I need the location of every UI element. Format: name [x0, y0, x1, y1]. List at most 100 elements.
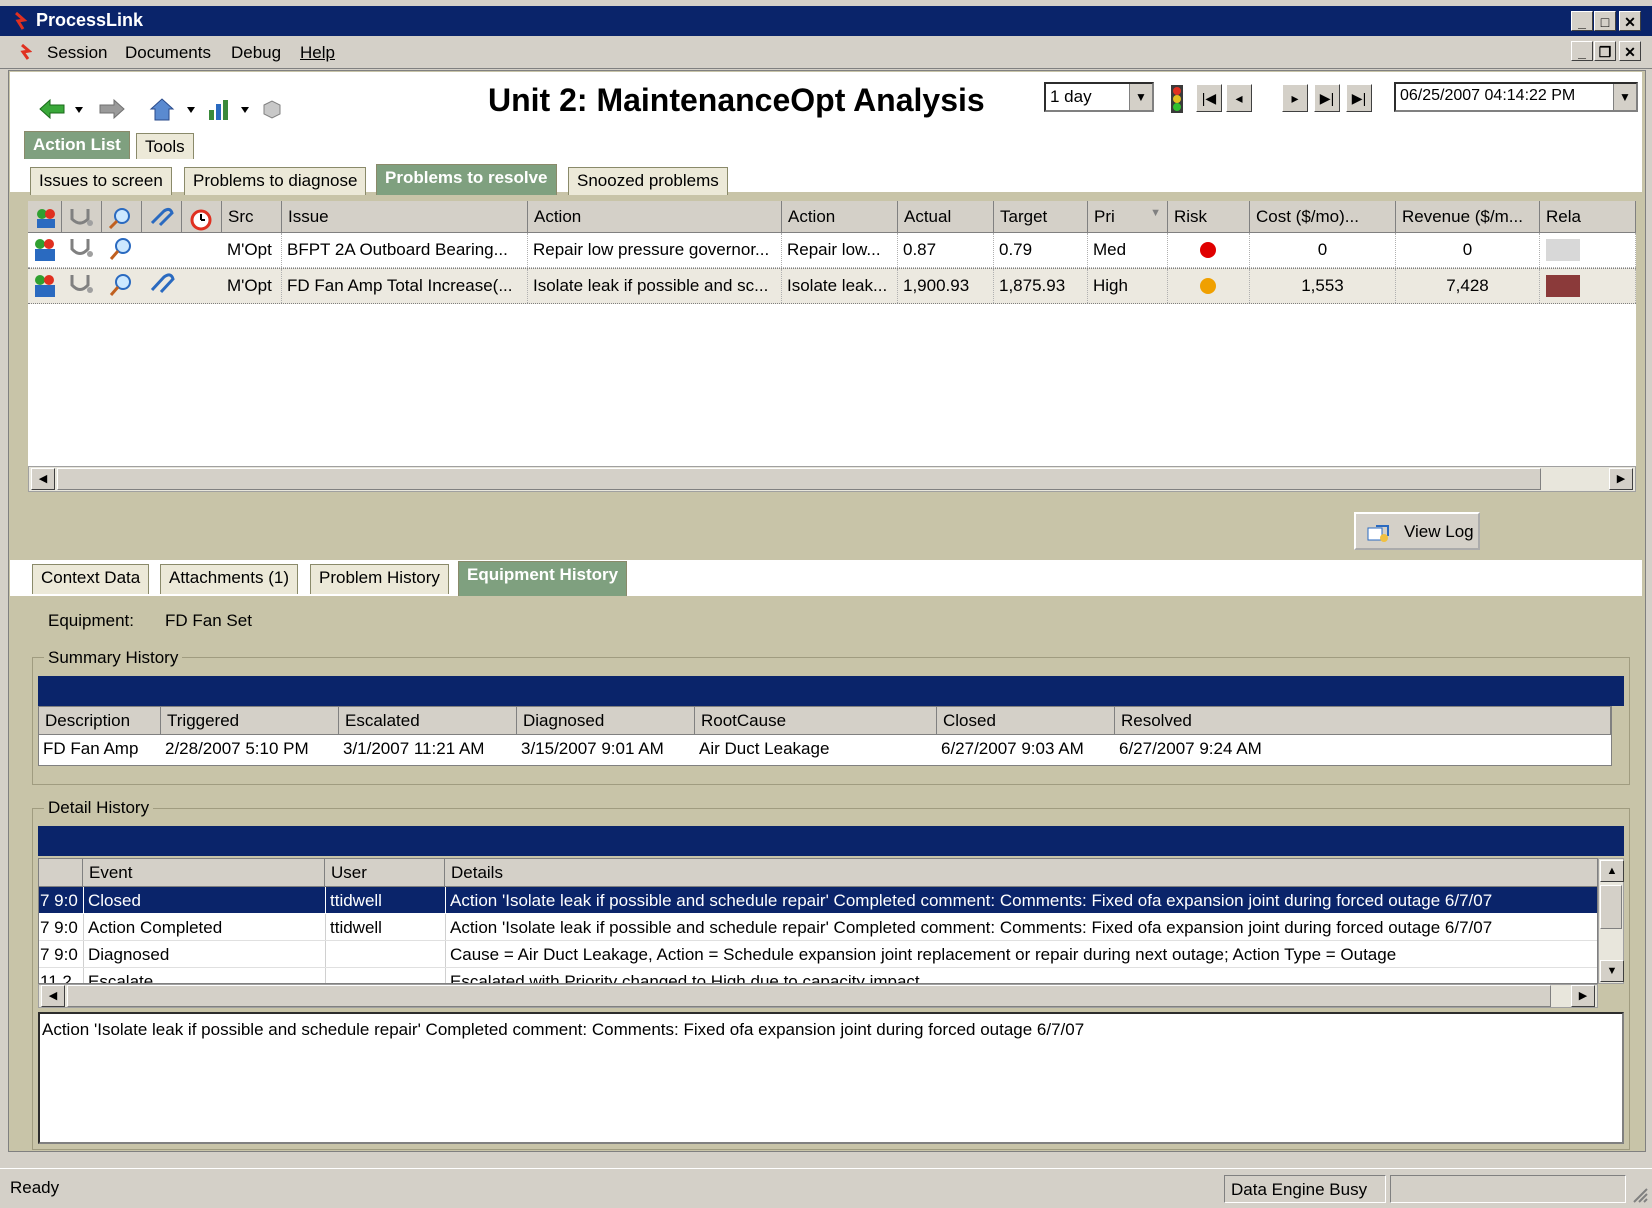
tab-tools[interactable]: Tools	[136, 133, 194, 159]
column-header-risk[interactable]: Risk	[1168, 201, 1250, 233]
cell-event: Diagnosed	[83, 941, 325, 967]
time-range-value: 1 day	[1050, 87, 1092, 106]
magnifier-icon[interactable]	[108, 272, 136, 300]
close-icon[interactable]: ✕	[1619, 11, 1641, 31]
back-dropdown-icon[interactable]	[74, 106, 84, 114]
table-row[interactable]: M'Opt FD Fan Amp Total Increase(... Isol…	[28, 268, 1636, 304]
people-icon[interactable]	[31, 236, 59, 264]
tab-problems-to-resolve[interactable]: Problems to resolve	[376, 164, 557, 195]
column-header-src[interactable]: Src	[222, 201, 282, 233]
view-log-button[interactable]: View Log	[1354, 512, 1480, 550]
column-header-triggered[interactable]: Triggered	[161, 707, 339, 735]
fast-forward-icon[interactable]: ▶|	[1314, 84, 1340, 112]
column-header-escalated[interactable]: Escalated	[339, 707, 517, 735]
menu-bar: Session Documents Debug Help _ ❐ ✕	[0, 36, 1652, 69]
menu-session[interactable]: Session	[47, 43, 107, 63]
detail-comment-box[interactable]: Action 'Isolate leak if possible and sch…	[38, 1012, 1624, 1144]
tab-issues-to-screen[interactable]: Issues to screen	[30, 167, 172, 195]
mdi-close-icon[interactable]: ✕	[1619, 41, 1641, 61]
time-range-select[interactable]: 1 day ▼	[1044, 82, 1154, 112]
menu-debug[interactable]: Debug	[231, 43, 281, 63]
summary-history-table: Description Triggered Escalated Diagnose…	[38, 706, 1612, 766]
magnifier-icon[interactable]	[108, 236, 136, 264]
column-header-rootcause[interactable]: RootCause	[695, 707, 937, 735]
column-header-details[interactable]: Details	[445, 859, 1597, 887]
scroll-left-icon[interactable]: ◀	[31, 468, 55, 490]
tab-context-data[interactable]: Context Data	[32, 564, 150, 594]
scroll-thumb[interactable]	[67, 985, 1551, 1007]
datetime-select[interactable]: 06/25/2007 04:14:22 PM ▼	[1394, 82, 1638, 112]
tab-equipment-history[interactable]: Equipment History	[458, 561, 628, 596]
chevron-down-icon[interactable]: ▼	[1613, 84, 1636, 110]
cell-pri: Med	[1088, 233, 1168, 267]
equipment-value: FD Fan Set	[165, 611, 252, 630]
scroll-down-icon[interactable]: ▼	[1600, 960, 1624, 982]
column-header-rela[interactable]: Rela	[1540, 201, 1636, 233]
detail-horizontal-scrollbar[interactable]: ◀ ▶	[38, 984, 1598, 1008]
column-header-diagnosed[interactable]: Diagnosed	[517, 707, 695, 735]
grid-horizontal-scrollbar[interactable]: ◀ ▶	[28, 466, 1636, 492]
scroll-right-icon[interactable]: ▶	[1571, 985, 1595, 1007]
step-back-icon[interactable]: ◂	[1226, 84, 1252, 112]
column-header-user[interactable]: User	[325, 859, 445, 887]
menu-help[interactable]: Help	[300, 43, 335, 63]
column-header-target[interactable]: Target	[994, 201, 1088, 233]
maximize-icon[interactable]: □	[1594, 11, 1616, 31]
chart-dropdown-icon[interactable]	[240, 106, 250, 114]
resize-grip-icon[interactable]	[1630, 1185, 1648, 1203]
table-row[interactable]: FD Fan Amp 2/28/2007 5:10 PM 3/1/2007 11…	[39, 735, 1611, 763]
risk-indicator	[1200, 278, 1216, 294]
column-header-actual[interactable]: Actual	[898, 201, 994, 233]
tab-action-list[interactable]: Action List	[24, 131, 130, 159]
stethoscope-icon[interactable]	[68, 272, 96, 300]
column-header-issue[interactable]: Issue	[282, 201, 528, 233]
column-header-action-2[interactable]: Action	[782, 201, 898, 233]
page-title: Unit 2: MaintenanceOpt Analysis	[488, 82, 985, 118]
column-header-closed[interactable]: Closed	[937, 707, 1115, 735]
header-icon-cell	[102, 201, 142, 233]
home-dropdown-icon[interactable]	[186, 106, 196, 114]
step-forward-icon[interactable]: ▸	[1282, 84, 1308, 112]
column-header-revenue[interactable]: Revenue ($/m...	[1396, 201, 1540, 233]
scroll-up-icon[interactable]: ▲	[1600, 860, 1624, 882]
tab-problems-to-diagnose[interactable]: Problems to diagnose	[184, 167, 367, 195]
home-icon[interactable]	[148, 96, 176, 122]
menu-documents[interactable]: Documents	[125, 43, 211, 63]
scroll-thumb[interactable]	[57, 468, 1541, 490]
table-row[interactable]: 11 2 Escalate Escalated with Priority ch…	[39, 968, 1597, 983]
cell-issue: FD Fan Amp Total Increase(...	[282, 269, 528, 303]
tab-attachments[interactable]: Attachments (1)	[160, 564, 298, 594]
column-header-pri[interactable]: Pri ▼	[1088, 201, 1168, 233]
table-row[interactable]: 7 9:0 Closed ttidwell Action 'Isolate le…	[39, 887, 1597, 913]
cell-details: Action 'Isolate leak if possible and sch…	[445, 887, 1597, 913]
tab-snoozed-problems[interactable]: Snoozed problems	[568, 167, 728, 195]
scroll-left-icon[interactable]: ◀	[41, 985, 65, 1007]
detail-vertical-scrollbar[interactable]: ▲ ▼	[1598, 858, 1624, 984]
first-page-icon[interactable]: |◀	[1196, 84, 1222, 112]
scroll-thumb[interactable]	[1600, 885, 1622, 929]
cube-icon[interactable]	[260, 98, 284, 120]
back-arrow-icon[interactable]	[38, 98, 66, 120]
paperclip-icon[interactable]	[148, 272, 176, 300]
chevron-down-icon[interactable]: ▼	[1129, 84, 1152, 110]
chart-icon[interactable]	[206, 96, 232, 122]
people-icon[interactable]	[31, 272, 59, 300]
table-row[interactable]: 7 9:0 Action Completed ttidwell Action '…	[39, 914, 1597, 941]
table-row[interactable]: 7 9:0 Diagnosed Cause = Air Duct Leakage…	[39, 941, 1597, 968]
mdi-restore-icon[interactable]: ❐	[1594, 41, 1616, 61]
stethoscope-icon[interactable]	[68, 236, 96, 264]
last-page-icon[interactable]: ▶|	[1346, 84, 1372, 112]
mdi-minimize-icon[interactable]: _	[1571, 41, 1593, 61]
traffic-light-icon[interactable]	[1166, 84, 1188, 114]
minimize-icon[interactable]: _	[1571, 11, 1593, 31]
column-header-event[interactable]: Event	[83, 859, 325, 887]
column-header-resolved[interactable]: Resolved	[1115, 707, 1611, 735]
column-header-action[interactable]: Action	[528, 201, 782, 233]
scroll-right-icon[interactable]: ▶	[1609, 468, 1633, 490]
tab-problem-history[interactable]: Problem History	[310, 564, 449, 594]
column-header-date[interactable]	[39, 859, 83, 887]
table-row[interactable]: M'Opt BFPT 2A Outboard Bearing... Repair…	[28, 233, 1636, 268]
forward-arrow-icon[interactable]	[98, 98, 126, 120]
column-header-description[interactable]: Description	[39, 707, 161, 735]
column-header-cost[interactable]: Cost ($/mo)...	[1250, 201, 1396, 233]
